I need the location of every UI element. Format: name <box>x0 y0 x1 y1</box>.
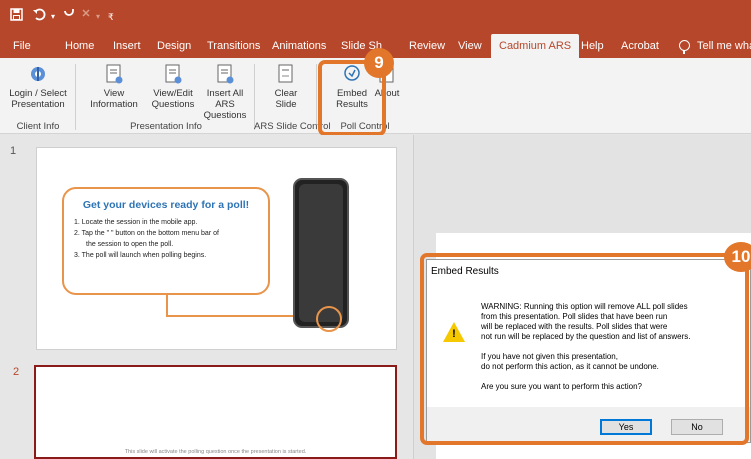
undo-icon[interactable] <box>32 8 48 24</box>
poll-step: the session to open the poll. <box>86 241 174 248</box>
insert-all-ars-button[interactable]: Insert All ARS Questions <box>200 64 250 121</box>
insert-all-ars-label: Insert All ARS Questions <box>203 88 247 121</box>
document-edit-icon <box>165 64 182 84</box>
phone-image <box>293 178 349 328</box>
format-painter-icon[interactable] <box>81 8 95 24</box>
tab-file[interactable]: File <box>13 34 31 58</box>
tab-acrobat[interactable]: Acrobat <box>621 34 659 58</box>
login-label: Login / Select Presentation <box>9 88 67 110</box>
tab-design[interactable]: Design <box>157 34 191 58</box>
group-separator <box>75 64 76 130</box>
view-edit-questions-button[interactable]: View/Edit Questions <box>146 64 200 110</box>
poll-step: 1. Locate the session in the mobile app. <box>74 219 198 226</box>
clear-slide-button[interactable]: Clear Slide <box>264 64 308 110</box>
callout-box-dialog <box>420 253 749 445</box>
lightbulb-icon <box>679 40 690 54</box>
document-insert-icon <box>217 64 234 84</box>
tab-transitions[interactable]: Transitions <box>207 34 260 58</box>
login-select-button[interactable]: Login / Select Presentation <box>3 64 73 110</box>
slide-number-2: 2 <box>13 366 20 378</box>
customize-qat-icon[interactable]: ₹ <box>108 9 114 25</box>
document-info-icon <box>106 64 123 84</box>
title-bar: ▾ ▾ ₹ <box>0 0 751 34</box>
tab-review[interactable]: Review <box>409 34 445 58</box>
tab-help[interactable]: Help <box>581 34 604 58</box>
format-dropdown-icon[interactable]: ▾ <box>96 9 100 25</box>
save-icon[interactable] <box>10 8 23 24</box>
view-information-button[interactable]: View Information <box>85 64 143 110</box>
tab-cadmium-ars[interactable]: Cadmium ARS <box>491 34 580 58</box>
poll-step: 3. The poll will launch when polling beg… <box>74 252 207 259</box>
slide-thumbnail-2[interactable] <box>34 365 397 459</box>
tab-home[interactable]: Home <box>65 34 94 58</box>
view-information-label: View Information <box>90 88 138 110</box>
group-label-ars-slide-control: ARS Slide Control <box>254 121 331 132</box>
redo-icon[interactable] <box>62 8 76 24</box>
poll-title: Get your devices ready for a poll! <box>82 199 250 211</box>
callout-badge-9: 9 <box>364 48 394 78</box>
highlight-ring <box>316 306 342 332</box>
poll-step: 2. Tap the " " button on the bottom menu… <box>74 230 219 237</box>
login-icon <box>31 67 45 81</box>
slide2-caption: This slide will activate the polling que… <box>124 449 307 455</box>
callout-badge-10: 10 <box>724 242 751 272</box>
group-label-presentation-info: Presentation Info <box>130 121 202 132</box>
tab-animations[interactable]: Animations <box>272 34 326 58</box>
phone-screen <box>299 184 343 322</box>
view-edit-questions-label: View/Edit Questions <box>151 88 195 110</box>
clear-slide-label: Clear Slide <box>274 88 298 110</box>
tab-view[interactable]: View <box>458 34 482 58</box>
connector-line <box>166 295 168 317</box>
undo-dropdown-icon[interactable]: ▾ <box>51 9 55 25</box>
clear-slide-icon <box>278 64 293 83</box>
group-label-client-info: Client Info <box>16 121 60 132</box>
tell-me-search[interactable]: Tell me what <box>697 34 751 58</box>
tab-insert[interactable]: Insert <box>113 34 141 58</box>
poll-instructions-card: Get your devices ready for a poll! 1. Lo… <box>62 187 270 295</box>
slide-number-1: 1 <box>10 145 17 157</box>
